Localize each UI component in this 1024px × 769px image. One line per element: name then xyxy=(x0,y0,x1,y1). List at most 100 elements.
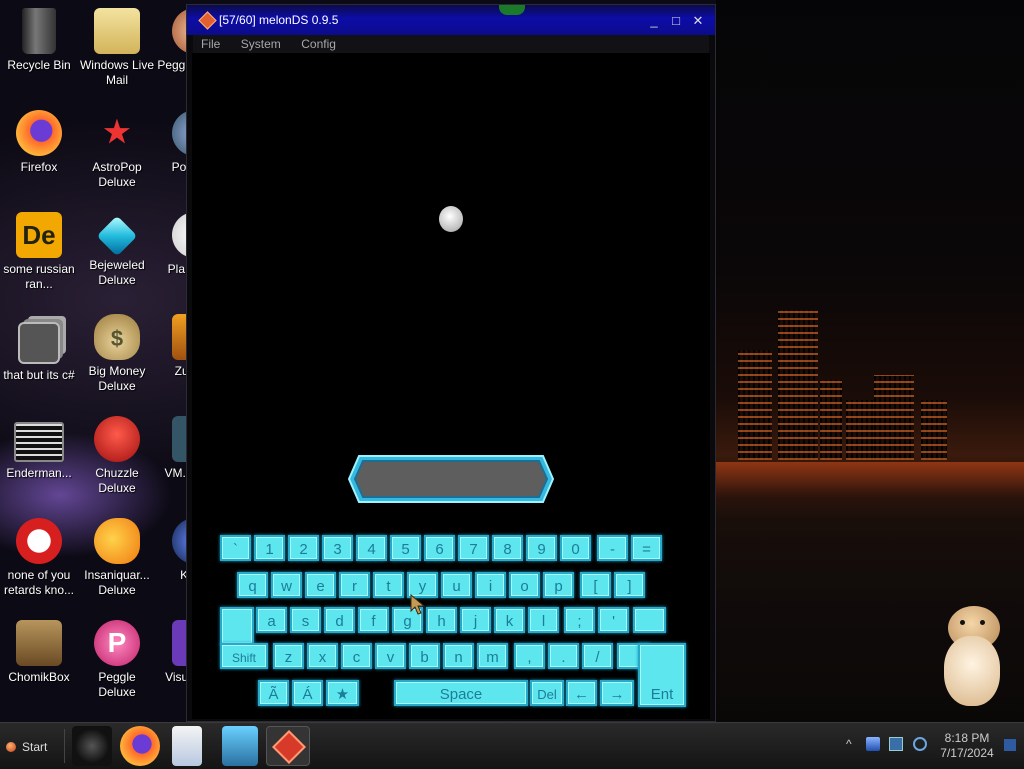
key-t[interactable]: t xyxy=(373,572,404,598)
windows-stack-icon xyxy=(18,322,60,364)
mail-icon xyxy=(94,8,140,54)
taskbar-melonds-icon[interactable] xyxy=(266,726,310,766)
tray-expand-button[interactable]: ^ xyxy=(846,737,852,751)
key-slash[interactable]: / xyxy=(582,643,613,669)
key-s[interactable]: s xyxy=(290,607,321,633)
desktop-icon-some-russian[interactable]: De some russian ran... xyxy=(0,212,78,292)
key-p[interactable]: p xyxy=(543,572,574,598)
key-tab-blank[interactable] xyxy=(220,607,254,645)
key-w[interactable]: w xyxy=(271,572,302,598)
key-f[interactable]: f xyxy=(358,607,389,633)
desktop-icon-chomikbox[interactable]: ChomikBox xyxy=(0,620,78,685)
taskbar-camera-app-icon[interactable] xyxy=(72,726,112,766)
desktop-icon-label: Firefox xyxy=(20,160,58,174)
minimize-button[interactable]: _ xyxy=(645,13,663,28)
key-del[interactable]: Del xyxy=(530,680,564,706)
start-button[interactable]: Start xyxy=(2,727,60,763)
key-5[interactable]: 5 xyxy=(390,535,421,561)
key-accent-a2[interactable]: Á xyxy=(292,680,323,706)
key-right-bracket[interactable]: ] xyxy=(614,572,645,598)
desktop-icon-bejeweled[interactable]: Bejeweled Deluxe xyxy=(78,212,156,288)
menu-config[interactable]: Config xyxy=(293,36,344,51)
key-9[interactable]: 9 xyxy=(526,535,557,561)
key-a[interactable]: a xyxy=(256,607,287,633)
mouse-cursor-icon xyxy=(410,594,426,615)
window-titlebar[interactable]: [57/60] melonDS 0.9.5 _ □ ✕ xyxy=(187,5,715,35)
window-title: [57/60] melonDS 0.9.5 xyxy=(219,13,339,27)
key-z[interactable]: z xyxy=(273,643,304,669)
key-2[interactable]: 2 xyxy=(288,535,319,561)
key-h[interactable]: h xyxy=(426,607,457,633)
key-l[interactable]: l xyxy=(528,607,559,633)
desktop-icon-label: Chuzzle Deluxe xyxy=(95,466,139,495)
menu-system[interactable]: System xyxy=(233,36,289,51)
key-backtick[interactable]: ` xyxy=(220,535,251,561)
desktop-icon-that-but-its-csharp[interactable]: that but its c# xyxy=(0,314,78,383)
taskbar-wordpad-icon[interactable] xyxy=(172,726,202,766)
key-0[interactable]: 0 xyxy=(560,535,591,561)
show-desktop-icon[interactable] xyxy=(1004,739,1016,751)
fish-icon xyxy=(94,518,140,564)
desktop-icon-none-of-you[interactable]: none of you retards kno... xyxy=(0,518,78,598)
tray-network-icon[interactable] xyxy=(866,737,880,751)
key-comma[interactable]: , xyxy=(514,643,545,669)
key-left-bracket[interactable]: [ xyxy=(580,572,611,598)
key-v[interactable]: v xyxy=(375,643,406,669)
key-1[interactable]: 1 xyxy=(254,535,285,561)
tray-monitor-icon[interactable] xyxy=(889,737,903,751)
key-r[interactable]: r xyxy=(339,572,370,598)
clock-date: 7/17/2024 xyxy=(940,746,994,760)
key-b[interactable]: b xyxy=(409,643,440,669)
key-minus[interactable]: - xyxy=(597,535,628,561)
key-j[interactable]: j xyxy=(460,607,491,633)
key-c[interactable]: c xyxy=(341,643,372,669)
key-o[interactable]: o xyxy=(509,572,540,598)
desktop-icon-peggle[interactable]: P Peggle Deluxe xyxy=(78,620,156,700)
key-shift[interactable]: Shift xyxy=(220,643,268,669)
tray-volume-icon[interactable] xyxy=(913,737,927,751)
close-button[interactable]: ✕ xyxy=(689,13,707,28)
key-d[interactable]: d xyxy=(324,607,355,633)
key-blank-r3[interactable] xyxy=(633,607,666,633)
key-left-arrow[interactable]: ← xyxy=(566,680,597,706)
desktop-icon-insaniquarium[interactable]: Insaniquar... Deluxe xyxy=(78,518,156,598)
menu-file[interactable]: File xyxy=(193,36,228,51)
key-n[interactable]: n xyxy=(443,643,474,669)
key-x[interactable]: x xyxy=(307,643,338,669)
desktop-icon-recycle-bin[interactable]: Recycle Bin xyxy=(0,8,78,73)
taskbar-clock[interactable]: 8:18 PM 7/17/2024 xyxy=(932,731,1002,761)
key-8[interactable]: 8 xyxy=(492,535,523,561)
desktop-icon-firefox[interactable]: Firefox xyxy=(0,110,78,175)
text-entry-box[interactable] xyxy=(347,454,555,504)
desktop-icon-windows-live-mail[interactable]: Windows Live Mail xyxy=(78,8,156,88)
desktop-icon-enderman[interactable]: Enderman... xyxy=(0,416,78,481)
desktop-icon-label: that but its c# xyxy=(3,368,75,382)
key-m[interactable]: m xyxy=(477,643,508,669)
key-7[interactable]: 7 xyxy=(458,535,489,561)
key-3[interactable]: 3 xyxy=(322,535,353,561)
key-u[interactable]: u xyxy=(441,572,472,598)
key-star[interactable]: ★ xyxy=(326,680,359,706)
key-right-arrow[interactable]: → xyxy=(600,680,634,706)
key-6[interactable]: 6 xyxy=(424,535,455,561)
key-space[interactable]: Space xyxy=(394,680,528,706)
taskbar-firefox-icon[interactable] xyxy=(120,726,160,766)
maximize-button[interactable]: □ xyxy=(667,13,685,28)
desktop-icon-chuzzle[interactable]: Chuzzle Deluxe xyxy=(78,416,156,496)
key-i[interactable]: i xyxy=(475,572,506,598)
desktop-icon-astropop[interactable]: ★ AstroPop Deluxe xyxy=(78,110,156,190)
key-equals[interactable]: = xyxy=(631,535,662,561)
key-enter[interactable]: Ent xyxy=(638,643,686,707)
start-label: Start xyxy=(22,740,48,754)
key-semicolon[interactable]: ; xyxy=(564,607,595,633)
key-period[interactable]: . xyxy=(548,643,579,669)
taskbar-display-app-icon[interactable] xyxy=(222,726,258,766)
key-q[interactable]: q xyxy=(237,572,268,598)
key-4[interactable]: 4 xyxy=(356,535,387,561)
key-quote[interactable]: ' xyxy=(598,607,629,633)
key-k[interactable]: k xyxy=(494,607,525,633)
desktop-icon-label: ChomikBox xyxy=(8,670,70,684)
key-accent-a[interactable]: Ã xyxy=(258,680,289,706)
key-e[interactable]: e xyxy=(305,572,336,598)
desktop-icon-big-money[interactable]: $ Big Money Deluxe xyxy=(78,314,156,394)
